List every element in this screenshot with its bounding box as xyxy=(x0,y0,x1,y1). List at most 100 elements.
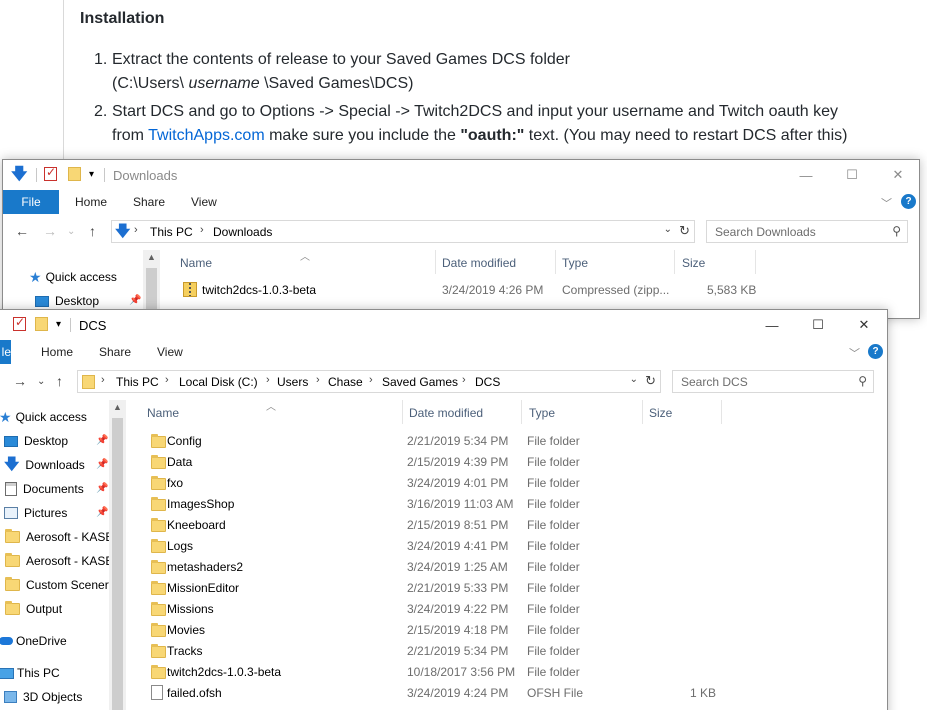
forward-icon[interactable]: → xyxy=(43,223,57,239)
pin-icon[interactable]: 📌 xyxy=(96,507,108,518)
customize-qa-icon[interactable]: ▾ xyxy=(89,169,94,185)
pin-icon[interactable]: 📌 xyxy=(129,295,141,306)
nav-scrollbar[interactable]: ▲ xyxy=(109,400,126,710)
nav-item-output[interactable]: Output xyxy=(5,599,62,619)
search-input[interactable]: Search Downloads ⚲ xyxy=(706,220,908,243)
pin-icon[interactable]: 📌 xyxy=(96,459,108,470)
help-icon[interactable]: ? xyxy=(901,194,916,209)
column-divider[interactable] xyxy=(402,400,403,424)
new-folder-icon[interactable] xyxy=(35,317,48,333)
breadcrumb-this-pc[interactable]: This PC xyxy=(150,225,193,239)
maximize-button[interactable]: ☐ xyxy=(829,160,875,190)
tab-view[interactable]: View xyxy=(157,345,183,359)
close-button[interactable]: ✕ xyxy=(841,310,887,340)
refresh-icon[interactable]: ↻ xyxy=(645,373,656,389)
column-header-type[interactable]: Type xyxy=(529,406,555,420)
pin-icon[interactable]: 📌 xyxy=(96,483,108,494)
tab-file[interactable]: File xyxy=(3,190,59,214)
tab-home[interactable]: Home xyxy=(75,195,107,209)
help-icon[interactable]: ? xyxy=(868,344,883,359)
nav-item-quick-access[interactable]: ★ Quick access xyxy=(29,267,117,287)
breadcrumb-chevron-icon[interactable]: › xyxy=(101,374,105,386)
file-row[interactable]: Kneeboard 2/15/2019 8:51 PM File folder xyxy=(151,515,871,536)
nav-item-pictures[interactable]: Pictures xyxy=(4,503,67,523)
nav-item-this-pc[interactable]: This PC xyxy=(0,663,60,683)
twitchapps-link[interactable]: TwitchApps.com xyxy=(148,127,264,144)
refresh-icon[interactable]: ↻ xyxy=(679,223,690,239)
nav-item-documents[interactable]: Documents xyxy=(5,479,84,499)
tab-view[interactable]: View xyxy=(191,195,217,209)
nav-item-onedrive[interactable]: OneDrive xyxy=(0,631,67,651)
breadcrumb-local-disk[interactable]: Local Disk (C:) xyxy=(179,375,258,389)
file-row[interactable]: Missions 3/24/2019 4:22 PM File folder xyxy=(151,599,871,620)
nav-item-custom-scenery[interactable]: Custom Scenery xyxy=(5,575,115,595)
column-divider[interactable] xyxy=(435,250,436,274)
nav-item-desktop[interactable]: Desktop xyxy=(4,431,68,451)
column-header-name[interactable]: Name xyxy=(180,256,212,270)
column-header-name[interactable]: Name xyxy=(147,406,179,420)
column-divider[interactable] xyxy=(642,400,643,424)
nav-scrollbar[interactable]: ▲ xyxy=(143,250,160,310)
address-bar[interactable]: 🡇 › This PC › Downloads ⌄ ↻ xyxy=(111,220,695,243)
file-row[interactable]: twitch2dcs-1.0.3-beta 10/18/2017 3:56 PM F… xyxy=(151,662,871,683)
customize-qa-icon[interactable]: ▾ xyxy=(56,319,61,335)
up-icon[interactable]: ↑ xyxy=(56,373,63,389)
column-header-date[interactable]: Date modified xyxy=(442,256,516,270)
tab-home[interactable]: Home xyxy=(41,345,73,359)
tab-share[interactable]: Share xyxy=(99,345,131,359)
file-row[interactable]: Logs 3/24/2019 4:41 PM File folder xyxy=(151,536,871,557)
up-icon[interactable]: ↑ xyxy=(89,223,96,239)
file-row[interactable]: metashaders2 3/24/2019 1:25 AM File folder xyxy=(151,557,871,578)
address-dropdown-icon[interactable]: ⌄ xyxy=(664,224,672,235)
breadcrumb-users[interactable]: Users xyxy=(277,375,308,389)
file-row[interactable]: Config 2/21/2019 5:34 PM File folder xyxy=(151,431,871,452)
nav-item-downloads[interactable]: 🡇 Downloads xyxy=(4,455,85,475)
search-input[interactable]: Search DCS ⚲ xyxy=(672,370,874,393)
file-row[interactable]: ImagesShop 3/16/2019 11:03 AM File folder xyxy=(151,494,871,515)
file-row[interactable]: twitch2dcs-1.0.3-beta 3/24/2019 4:26 PM … xyxy=(183,280,783,301)
breadcrumb-chevron-icon[interactable]: › xyxy=(369,374,373,386)
column-header-size[interactable]: Size xyxy=(649,406,672,420)
breadcrumb-chevron-icon[interactable]: › xyxy=(266,374,270,386)
file-row[interactable]: fxo 3/24/2019 4:01 PM File folder xyxy=(151,473,871,494)
nav-item-3d-objects[interactable]: 3D Objects xyxy=(4,687,82,707)
breadcrumb-chevron-icon[interactable]: › xyxy=(462,374,466,386)
nav-item-aerosoft-kase-1[interactable]: Aerosoft - KASE xyxy=(5,527,113,547)
file-row[interactable]: Movies 2/15/2019 4:18 PM File folder xyxy=(151,620,871,641)
breadcrumb-dcs[interactable]: DCS xyxy=(475,375,500,389)
breadcrumb-chevron-icon[interactable]: › xyxy=(134,224,138,236)
back-icon[interactable]: ← xyxy=(15,223,29,239)
minimize-button[interactable]: — xyxy=(783,160,829,190)
column-header-date[interactable]: Date modified xyxy=(409,406,483,420)
new-folder-icon[interactable] xyxy=(68,167,81,183)
expand-ribbon-icon[interactable]: ﹀ xyxy=(849,345,860,361)
file-row[interactable]: Tracks 2/21/2019 5:34 PM File folder xyxy=(151,641,871,662)
column-divider[interactable] xyxy=(555,250,556,274)
breadcrumb-this-pc[interactable]: This PC xyxy=(116,375,159,389)
file-row[interactable]: Data 2/15/2019 4:39 PM File folder xyxy=(151,452,871,473)
breadcrumb-chevron-icon[interactable]: › xyxy=(316,374,320,386)
close-button[interactable]: ✕ xyxy=(875,160,919,190)
forward-icon[interactable]: → xyxy=(13,373,27,389)
column-divider[interactable] xyxy=(721,400,722,424)
file-row[interactable]: failed.ofsh 3/24/2019 4:24 PM OFSH File 1 K… xyxy=(151,683,871,704)
tab-file[interactable]: le xyxy=(0,340,11,364)
recent-locations-icon[interactable]: ⌄ xyxy=(67,226,75,237)
scroll-up-icon[interactable]: ▲ xyxy=(113,402,122,412)
scroll-thumb[interactable] xyxy=(112,418,123,710)
breadcrumb-chevron-icon[interactable]: › xyxy=(200,224,204,236)
minimize-button[interactable]: — xyxy=(749,310,795,340)
column-header-size[interactable]: Size xyxy=(682,256,705,270)
column-divider[interactable] xyxy=(521,400,522,424)
tab-share[interactable]: Share xyxy=(133,195,165,209)
column-divider[interactable] xyxy=(674,250,675,274)
scroll-thumb[interactable] xyxy=(146,268,157,310)
address-dropdown-icon[interactable]: ⌄ xyxy=(630,374,638,385)
nav-item-desktop[interactable]: Desktop xyxy=(35,291,99,311)
column-header-type[interactable]: Type xyxy=(562,256,588,270)
properties-icon[interactable] xyxy=(44,165,57,183)
expand-ribbon-icon[interactable]: ﹀ xyxy=(881,195,892,211)
address-bar[interactable]: › This PC › Local Disk (C:) › Users › Ch… xyxy=(77,370,661,393)
breadcrumb-saved-games[interactable]: Saved Games xyxy=(382,375,458,389)
file-row[interactable]: MissionEditor 2/21/2019 5:33 PM File folde… xyxy=(151,578,871,599)
